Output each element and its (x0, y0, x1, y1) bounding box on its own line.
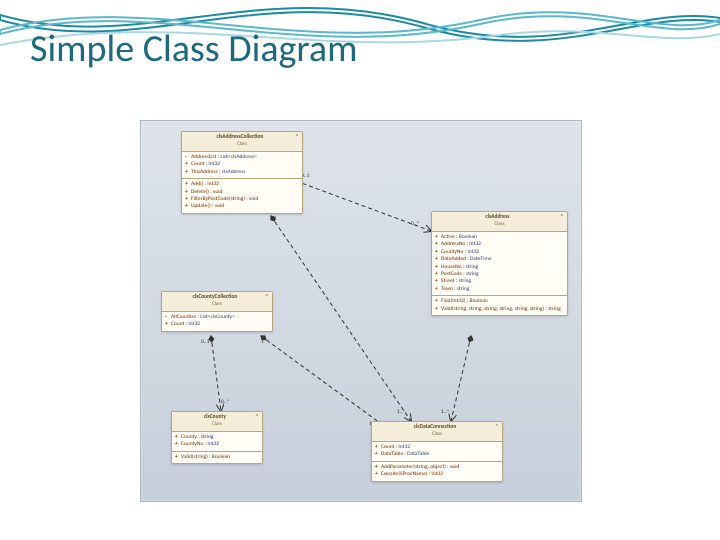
class-name: clsCountyCollection (192, 294, 237, 300)
slide-title: Simple Class Diagram (30, 26, 357, 72)
class-name: clsAddressCollection (216, 134, 263, 140)
field-name: AddressList (191, 154, 216, 160)
mult-label: 1 (261, 339, 264, 345)
method-sig: Delete() : void (191, 189, 222, 195)
field-name: PostCode (441, 271, 462, 277)
class-name: clsDataConnection (414, 424, 457, 430)
field-type: string (201, 434, 214, 440)
field-name: Active (441, 234, 455, 240)
field-type: string (466, 271, 479, 277)
class-header: clsCountyCollection ⌃ Class (162, 292, 272, 312)
class-data-connection: clsDataConnection ⌃ Class +Count : Int32… (371, 421, 503, 482)
class-stereotype: Class (494, 221, 504, 227)
field-name: Count (191, 161, 204, 167)
class-header: clsAddress ⌃ Class (432, 212, 567, 232)
field-type: Int32 (467, 249, 479, 255)
class-header: clsDataConnection ⌃ Class (372, 422, 502, 442)
field-type: string (457, 286, 470, 292)
field-name: DateAdded (441, 256, 466, 262)
field-name: Count (171, 321, 184, 327)
field-name: DataTable (381, 451, 403, 457)
fields-section: -AddressList : List<clsAddress> +Count :… (182, 152, 302, 179)
field-type: DateTime (470, 256, 492, 262)
chevron-icon: ⌃ (560, 214, 564, 221)
field-type: List<clsAddress> (220, 154, 257, 160)
field-name: Count (381, 444, 394, 450)
field-type: Int32 (188, 321, 200, 327)
class-stereotype: Class (237, 141, 247, 147)
method-sig: Add() : Int32 (191, 181, 219, 187)
field-name: Town (441, 286, 453, 292)
field-name: ThisAddress (191, 169, 218, 175)
method-sig: Valid(string, string, string, string, st… (441, 306, 561, 312)
method-sig: Valid(string) : Boolean (181, 454, 230, 460)
class-stereotype: Class (432, 431, 442, 437)
class-name: clsCounty (204, 414, 226, 420)
mult-label: 0..1 (201, 339, 209, 345)
class-header: clsCounty ⌃ Class (172, 412, 262, 432)
mult-label: 1..* (397, 409, 405, 415)
field-name: CountyNo (181, 441, 203, 447)
chevron-icon: ⌃ (495, 424, 499, 431)
class-address-collection: clsAddressCollection ⌃ Class -AddressLis… (181, 131, 303, 214)
field-type: Int32 (208, 161, 220, 167)
methods-section: +AddParameter(string, object) : void +Ex… (372, 462, 502, 481)
field-type: clsAddress (222, 169, 246, 175)
methods-section: +Find(Int32) : Boolean +Valid(string, st… (432, 296, 567, 315)
class-diagram-canvas: 0..1 0..* 0..1 0..* 1 1..* 1 1..* 1 1..*… (140, 120, 582, 502)
class-header: clsAddressCollection ⌃ Class (182, 132, 302, 152)
mult-label: 1 (274, 216, 277, 222)
fields-section: +Count : Int32 +DataTable : DataTable (372, 442, 502, 462)
field-name: AddressNo (441, 241, 465, 247)
chevron-icon: ⌃ (265, 294, 269, 301)
field-type: List<clsCounty> (200, 314, 235, 320)
method-sig: Update() : void (191, 203, 224, 209)
field-name: County (181, 434, 197, 440)
field-name: Street (441, 278, 455, 284)
class-name: clsAddress (485, 214, 509, 220)
class-stereotype: Class (212, 421, 222, 427)
fields-section: +Active : Boolean +AddressNo : Int32 +Co… (432, 232, 567, 296)
field-name: HouseNo (441, 264, 462, 270)
method-sig: AddParameter(string, object) : void (381, 464, 459, 470)
fields-section: -AllCounties : List<clsCounty> +Count : … (162, 312, 272, 331)
method-sig: Find(Int32) : Boolean (441, 298, 488, 304)
field-name: AllCounties (171, 314, 196, 320)
class-stereotype: Class (212, 301, 222, 307)
class-county: clsCounty ⌃ Class +County : string +Coun… (171, 411, 263, 464)
field-type: string (458, 278, 471, 284)
field-type: Int32 (398, 444, 410, 450)
method-sig: Execute(SProcName) : Int32 (381, 471, 443, 477)
method-sig: FilterByPostCode(string) : void (191, 196, 258, 202)
methods-section: +Valid(string) : Boolean (172, 452, 262, 463)
class-county-collection: clsCountyCollection ⌃ Class -AllCounties… (161, 291, 273, 332)
chevron-icon: ⌃ (295, 134, 299, 141)
field-type: Int32 (207, 441, 219, 447)
chevron-icon: ⌃ (255, 414, 259, 421)
mult-label: 0..* (221, 399, 229, 405)
field-type: string (466, 264, 479, 270)
fields-section: +County : string +CountyNo : Int32 (172, 432, 262, 452)
field-type: DataTable (407, 451, 429, 457)
field-name: CountyNo (441, 249, 463, 255)
mult-label: 1..* (441, 409, 449, 415)
methods-section: +Add() : Int32 +Delete() : void +FilterB… (182, 179, 302, 213)
class-address: clsAddress ⌃ Class +Active : Boolean +Ad… (431, 211, 568, 316)
field-type: Int32 (469, 241, 481, 247)
mult-label: 1 (471, 337, 474, 343)
mult-label: 0..* (411, 221, 419, 227)
field-type: Boolean (459, 234, 477, 240)
